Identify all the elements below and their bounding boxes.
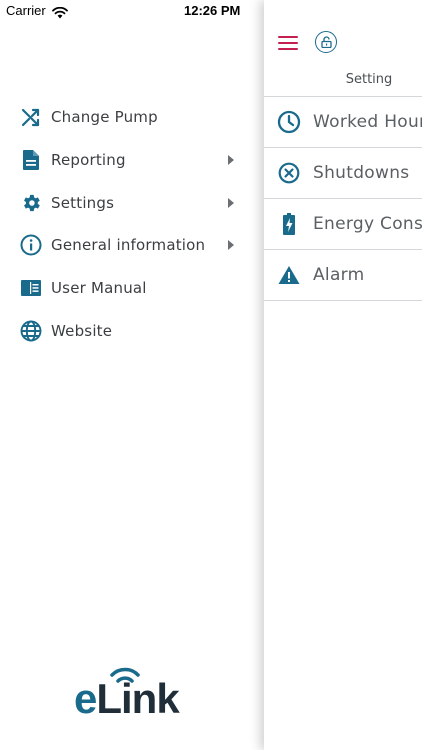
chevron-right-icon <box>228 240 234 251</box>
list-item-alarm[interactable]: Alarm <box>264 250 422 301</box>
book-icon <box>20 277 42 299</box>
chevron-right-icon <box>228 197 234 208</box>
carrier-label: Carrier <box>6 3 46 18</box>
warning-icon <box>277 263 301 287</box>
clock: 12:26 PM <box>184 3 241 18</box>
hamburger-menu-icon[interactable] <box>278 36 298 50</box>
menu-item-label: Website <box>51 321 113 340</box>
menu-item-general-information[interactable]: General information <box>0 224 262 267</box>
menu-item-website[interactable]: Website <box>0 309 262 352</box>
menu-item-label: Settings <box>51 193 115 212</box>
shuffle-icon <box>20 106 42 128</box>
wifi-icon <box>52 4 68 23</box>
list-item-energy-consumption[interactable]: Energy Consumption <box>264 199 422 250</box>
list-item-label: Alarm <box>313 265 365 285</box>
menu-item-label: User Manual <box>51 279 147 298</box>
document-icon <box>20 149 42 171</box>
page-title: Setting <box>345 72 393 87</box>
menu-item-label: Reporting <box>51 151 126 170</box>
list-item-label: Energy Consumption <box>313 214 422 234</box>
info-icon <box>20 234 42 256</box>
menu-item-user-manual[interactable]: User Manual <box>0 267 262 310</box>
menu-item-settings[interactable]: Settings <box>0 181 262 224</box>
menu-item-change-pump[interactable]: Change Pump <box>0 96 262 139</box>
lock-icon[interactable] <box>315 31 337 53</box>
elink-logo: eLink <box>74 664 194 720</box>
menu-item-reporting[interactable]: Reporting <box>0 139 262 182</box>
logo-text: eLink <box>74 675 180 722</box>
settings-list: Worked Hours Shutdowns Energy Consumptio… <box>264 96 422 301</box>
circle-x-icon <box>277 161 301 185</box>
side-menu: Change Pump Reporting Settings General i… <box>0 96 262 352</box>
panel-header: Setting <box>264 22 422 96</box>
gear-icon <box>20 192 42 214</box>
list-item-worked-hours[interactable]: Worked Hours <box>264 97 422 148</box>
clock-icon <box>277 110 301 134</box>
list-item-label: Worked Hours <box>313 112 422 132</box>
battery-charging-icon <box>277 212 301 236</box>
main-panel: Setting Worked Hours Shutdowns <box>264 0 422 750</box>
menu-item-label: Change Pump <box>51 108 158 127</box>
globe-icon <box>20 320 42 342</box>
chevron-right-icon <box>228 155 234 166</box>
menu-item-label: General information <box>51 236 206 255</box>
list-item-label: Shutdowns <box>313 163 410 183</box>
list-item-shutdowns[interactable]: Shutdowns <box>264 148 422 199</box>
